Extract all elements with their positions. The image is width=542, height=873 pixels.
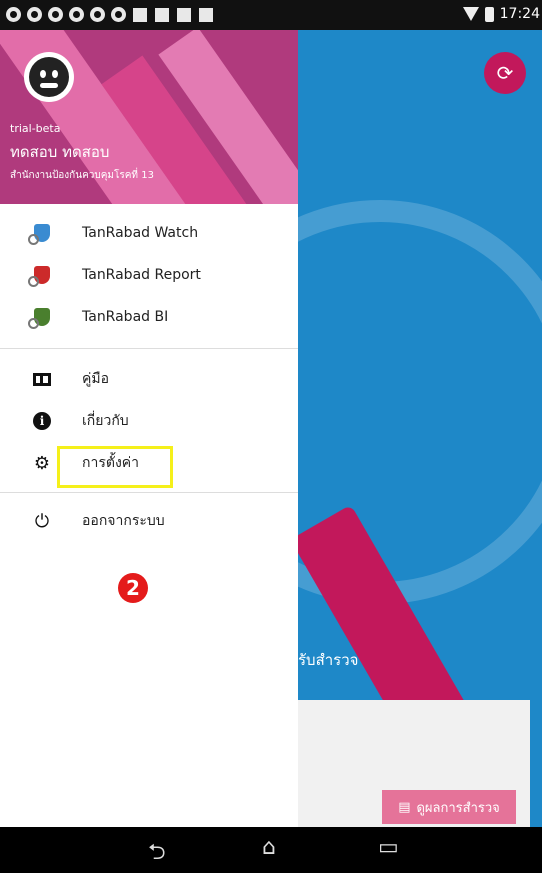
drawer-item-logout[interactable]: ⏻ ออกจากระบบ [0, 500, 298, 542]
notification-icon [69, 7, 84, 22]
navigation-drawer: trial-beta ทดสอบ ทดสอบ สำนักงานป้องกันคว… [0, 30, 298, 827]
notification-icon [90, 7, 105, 22]
notification-icon [111, 7, 126, 22]
info-icon: i [32, 411, 52, 431]
drawer-header: trial-beta ทดสอบ ทดสอบ สำนักงานป้องกันคว… [0, 30, 298, 204]
notification-icon [6, 7, 21, 22]
shield-report-icon [28, 265, 52, 287]
divider [0, 492, 298, 493]
user-organization: สำนักงานป้องกันควบคุมโรคที่ 13 [10, 170, 154, 181]
book-icon [32, 369, 52, 389]
drawer-item-manual[interactable]: คู่มือ [0, 358, 298, 400]
view-survey-results-label: ดูผลการสำรวจ [416, 800, 500, 816]
shield-watch-icon [28, 223, 52, 245]
drawer-item-label: เกี่ยวกับ [82, 413, 129, 429]
step-number-badge: 2 [118, 573, 148, 603]
drawer-item-label: คู่มือ [82, 371, 110, 387]
user-role: trial-beta [10, 122, 61, 135]
clipboard-icon: ▤ [398, 799, 411, 815]
avatar-eye [40, 70, 46, 78]
drawer-item-label: ออกจากระบบ [82, 513, 165, 529]
gear-icon: ⚙ [33, 452, 51, 474]
avatar-mouth [40, 83, 58, 88]
status-bar: 17:24 [0, 0, 542, 30]
notification-icon [154, 7, 170, 23]
bottom-card: ▤ ดูผลการสำรวจ [298, 700, 530, 827]
notification-icon [198, 7, 214, 23]
notification-icon [27, 7, 42, 22]
avatar[interactable] [24, 52, 74, 102]
sync-icon[interactable]: ⟳ [484, 52, 526, 94]
user-name: ทดสอบ ทดสอบ [10, 143, 110, 161]
shield-bi-icon [28, 307, 52, 329]
recent-apps-icon[interactable]: ▭ [378, 835, 399, 860]
drawer-item-tanrabad-report[interactable]: TanRabad Report [0, 254, 298, 296]
view-survey-results-button[interactable]: ▤ ดูผลการสำรวจ [382, 790, 516, 824]
drawer-item-tanrabad-watch[interactable]: TanRabad Watch [0, 212, 298, 254]
notification-icon [48, 7, 63, 22]
status-time: 17:24 [499, 6, 540, 22]
drawer-item-label: TanRabad BI [82, 309, 169, 325]
drawer-item-label: TanRabad Report [82, 267, 201, 283]
wifi-icon [462, 7, 479, 21]
avatar-eye [52, 70, 58, 78]
notification-icon [132, 7, 148, 23]
drawer-item-label: TanRabad Watch [82, 225, 199, 241]
system-navigation-bar: ⮌ ⌂ ▭ [0, 827, 542, 870]
settings-highlight-box [57, 446, 173, 488]
battery-icon [484, 6, 494, 22]
notification-icons [6, 7, 214, 23]
avatar-face-icon [29, 57, 69, 97]
notification-icon [176, 7, 192, 23]
drawer-item-tanrabad-bi[interactable]: TanRabad BI [0, 296, 298, 338]
back-icon[interactable]: ⮌ [148, 835, 166, 873]
drawer-item-about[interactable]: i เกี่ยวกับ [0, 400, 298, 442]
home-icon[interactable]: ⌂ [262, 835, 276, 860]
power-icon: ⏻ [34, 510, 50, 532]
divider [0, 348, 298, 349]
survey-text: รับสำรวจ [298, 651, 359, 669]
background-app: ⟳ รับสำรวจ ▤ ดูผลการสำรวจ [298, 30, 542, 827]
